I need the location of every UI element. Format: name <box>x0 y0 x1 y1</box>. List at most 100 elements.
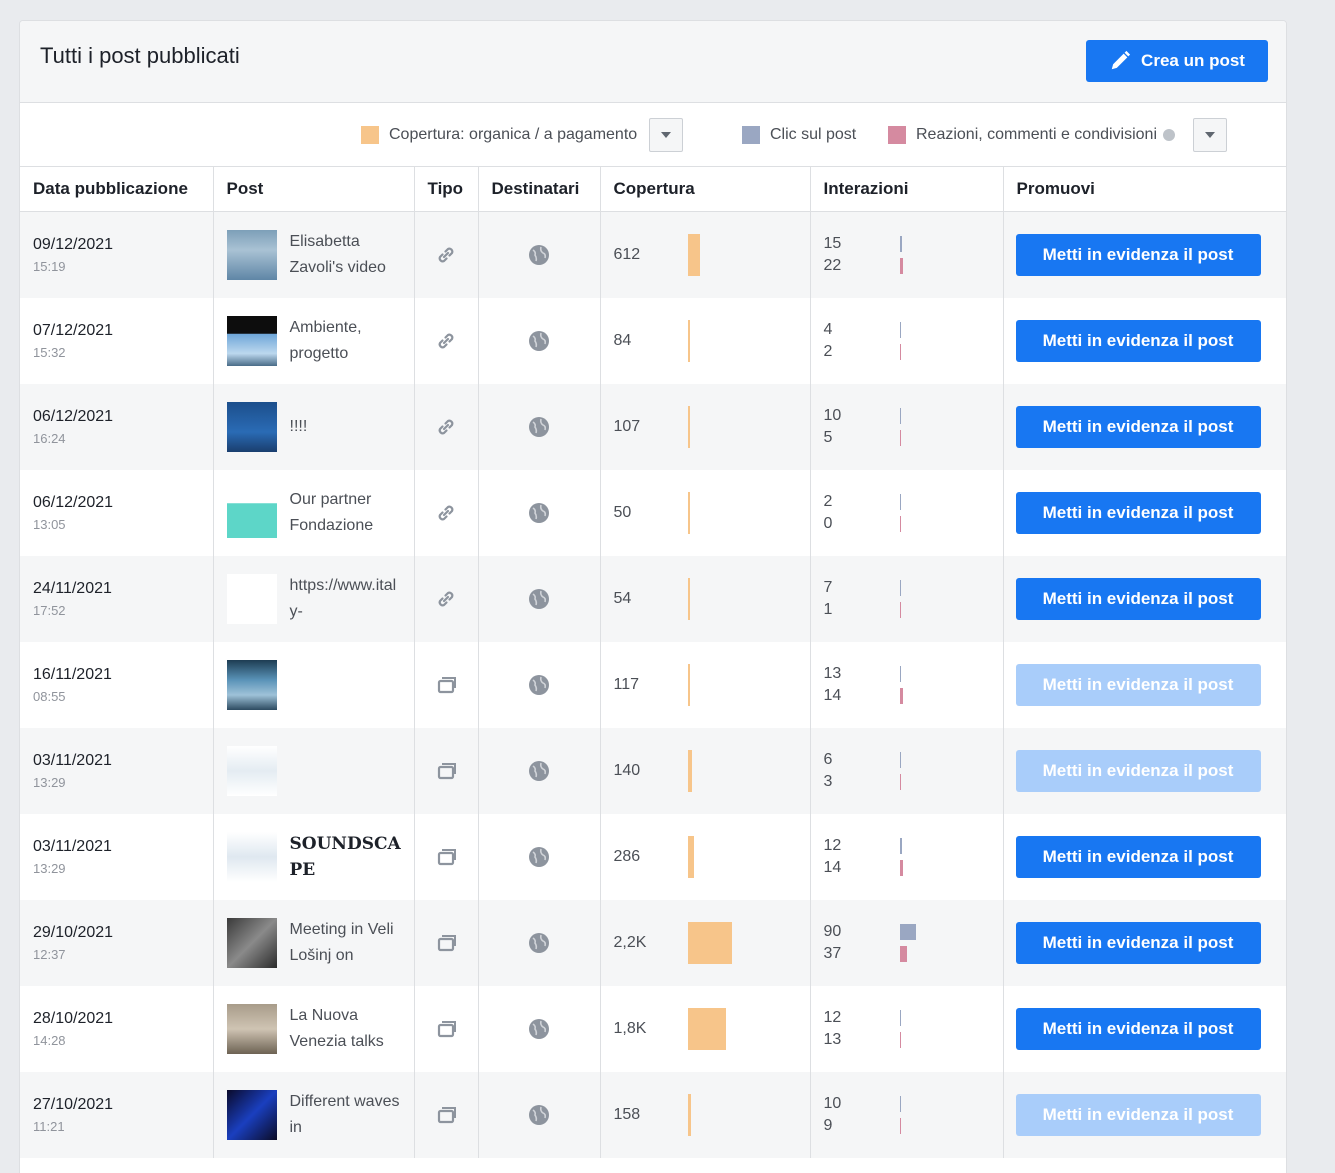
type-cell <box>414 641 479 728</box>
post-thumbnail[interactable] <box>226 831 277 882</box>
post-cell[interactable]: La Nuova Venezia talks <box>213 985 415 1072</box>
link-icon <box>415 329 478 353</box>
post-thumbnail[interactable] <box>226 1089 277 1140</box>
post-cell[interactable] <box>213 641 415 728</box>
post-thumbnail[interactable] <box>226 1003 277 1054</box>
reactions-dropdown-button[interactable] <box>1193 118 1227 152</box>
link-icon <box>415 501 478 525</box>
reactions-bar <box>899 945 907 962</box>
globe-icon <box>479 587 600 611</box>
promote-cell: Metti in evidenza il post <box>1003 727 1286 814</box>
post-text[interactable]: https://www.italy- <box>290 573 402 625</box>
post-text[interactable]: Our partner Fondazione <box>290 487 402 539</box>
reactions-value: 9 <box>823 1116 833 1134</box>
col-header-promote[interactable]: Promuovi <box>1003 167 1286 212</box>
post-thumbnail[interactable] <box>226 315 277 366</box>
post-text[interactable]: Ambiente, progetto <box>290 315 402 367</box>
reactions-bar <box>899 773 901 790</box>
reach-value: 107 <box>613 417 641 435</box>
boost-post-button[interactable]: Metti in evidenza il post <box>1015 921 1261 964</box>
post-date: 07/12/2021 <box>33 321 114 339</box>
interactions-cell: 7 1 <box>810 555 1004 642</box>
clicks-value: 90 <box>823 922 842 940</box>
reach-cell: 286 <box>600 813 811 900</box>
reach-dropdown-button[interactable] <box>649 118 684 152</box>
reach-bar <box>687 749 692 792</box>
boost-post-button[interactable]: Metti in evidenza il post <box>1015 835 1261 878</box>
create-post-button[interactable]: Crea un post <box>1086 40 1268 82</box>
post-thumbnail[interactable] <box>226 401 277 452</box>
album-icon <box>415 931 478 955</box>
clicks-bar <box>899 1009 901 1026</box>
reach-bar <box>687 233 700 276</box>
clicks-value: 15 <box>823 234 842 252</box>
col-header-audience[interactable]: Destinatari <box>478 167 601 212</box>
post-cell[interactable]: Elisabetta Zavoli's video <box>213 211 415 298</box>
reach-cell: 140 <box>600 727 811 814</box>
post-cell[interactable]: https://www.italy- <box>213 555 415 642</box>
interactions-cell: 6 3 <box>810 727 1004 814</box>
boost-post-button[interactable]: Metti in evidenza il post <box>1015 319 1261 362</box>
post-text[interactable]: La Nuova Venezia talks <box>290 1003 402 1055</box>
boost-post-button: Metti in evidenza il post <box>1015 1093 1261 1136</box>
post-time: 13:05 <box>33 516 66 532</box>
boost-post-button[interactable]: Metti in evidenza il post <box>1015 405 1261 448</box>
col-header-post[interactable]: Post <box>213 167 415 212</box>
post-text[interactable]: Different waves in <box>290 1089 402 1141</box>
post-cell[interactable] <box>213 727 415 814</box>
audience-cell <box>478 297 601 384</box>
post-text[interactable]: SOUNDSCAPE <box>290 831 402 883</box>
clicks-value: 12 <box>823 1008 842 1026</box>
post-thumbnail[interactable] <box>226 487 277 538</box>
table-row: 16/11/2021 08:55 117 13 14 Metti in evid… <box>20 641 1286 728</box>
audience-cell <box>478 985 601 1072</box>
reach-value: 117 <box>613 675 640 693</box>
clicks-bar <box>899 923 916 940</box>
post-text[interactable]: !!!! <box>290 414 402 440</box>
post-cell[interactable]: SOUNDSCAPE <box>213 813 415 900</box>
col-header-reach[interactable]: Copertura <box>600 167 811 212</box>
post-text[interactable]: Meeting in Veli Lošinj on <box>290 917 402 969</box>
col-header-type[interactable]: Tipo <box>414 167 479 212</box>
clicks-value: 7 <box>823 578 833 596</box>
post-cell[interactable]: Different waves in <box>213 1071 415 1158</box>
col-header-interactions[interactable]: Interazioni <box>810 167 1004 212</box>
reach-cell: 117 <box>600 641 811 728</box>
globe-icon <box>479 1017 600 1041</box>
date-cell: 29/10/2021 12:37 <box>20 899 214 986</box>
boost-post-button[interactable]: Metti in evidenza il post <box>1015 1007 1261 1050</box>
post-text[interactable]: Elisabetta Zavoli's video <box>290 229 402 281</box>
reach-value: 140 <box>613 761 641 779</box>
post-time: 08:55 <box>33 688 66 704</box>
reach-cell: 2,2K <box>600 899 811 986</box>
post-thumbnail[interactable] <box>226 745 277 796</box>
post-thumbnail[interactable] <box>226 917 277 968</box>
boost-post-button[interactable]: Metti in evidenza il post <box>1015 233 1261 276</box>
post-cell[interactable]: Meeting in Veli Lošinj on <box>213 899 415 986</box>
table-row: 03/11/2021 13:29 SOUNDSCAPE 286 12 14 Me… <box>20 813 1286 900</box>
boost-post-button[interactable]: Metti in evidenza il post <box>1015 577 1261 620</box>
boost-post-button[interactable]: Metti in evidenza il post <box>1015 491 1261 534</box>
reach-value: 84 <box>613 331 632 349</box>
post-date: 03/11/2021 <box>33 751 112 769</box>
post-cell[interactable]: !!!! <box>213 383 415 470</box>
clicks-value: 4 <box>823 320 833 338</box>
post-cell[interactable]: Ambiente, progetto <box>213 297 415 384</box>
reactions-bar <box>899 1117 901 1134</box>
post-cell[interactable]: Our partner Fondazione <box>213 469 415 556</box>
col-header-date[interactable]: Data pubblicazione <box>20 167 214 212</box>
date-cell: 24/11/2021 17:52 <box>20 555 214 642</box>
reach-bar <box>687 405 690 448</box>
post-thumbnail[interactable] <box>226 659 277 710</box>
reach-bar <box>687 577 690 620</box>
reactions-value: 22 <box>823 256 842 274</box>
post-thumbnail[interactable] <box>226 573 277 624</box>
reach-bar <box>687 1007 726 1050</box>
info-icon[interactable] <box>1163 129 1175 141</box>
promote-cell: Metti in evidenza il post <box>1003 211 1286 298</box>
post-thumbnail[interactable] <box>226 229 277 280</box>
post-date: 29/10/2021 <box>33 923 114 941</box>
interactions-cell: 90 37 <box>810 899 1004 986</box>
legend-clicks: Clic sul post <box>742 103 856 167</box>
interactions-cell: 12 14 <box>810 813 1004 900</box>
